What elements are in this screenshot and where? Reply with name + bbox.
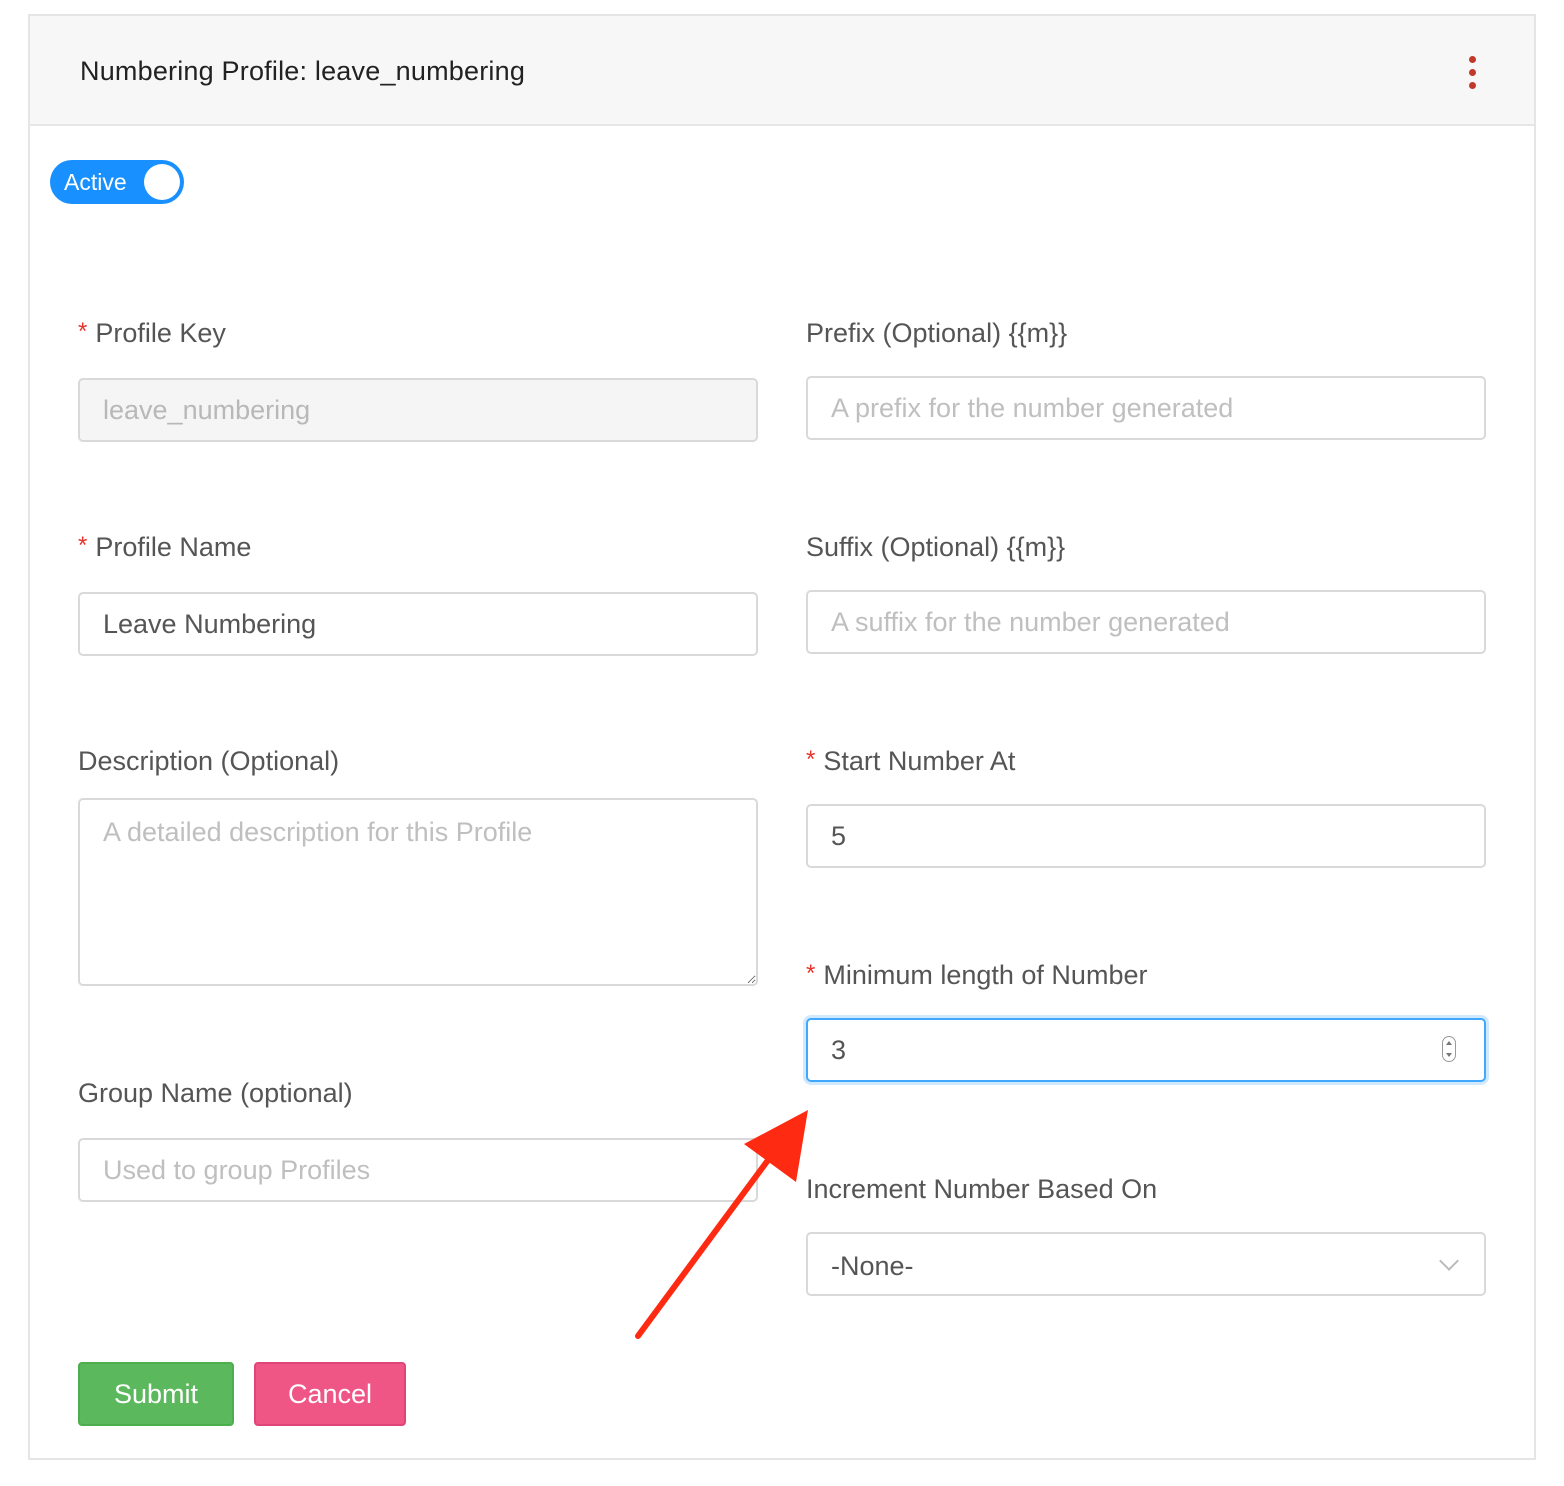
required-mark: * — [78, 318, 88, 345]
increment-selected-value: -None- — [831, 1251, 914, 1281]
active-toggle[interactable]: Active — [50, 160, 184, 204]
group-name-label: Group Name (optional) — [78, 1078, 353, 1108]
required-mark: * — [806, 960, 816, 987]
chevron-down-icon — [1439, 1251, 1459, 1271]
required-mark: * — [78, 532, 88, 559]
prefix-label: Prefix (Optional) {{m}} — [806, 318, 1068, 348]
cancel-button[interactable]: Cancel — [254, 1362, 406, 1426]
toggle-knob — [144, 164, 180, 200]
increment-label: Increment Number Based On — [806, 1174, 1158, 1204]
suffix-label: Suffix (Optional) {{m}} — [806, 532, 1066, 562]
page-title: Numbering Profile: leave_numbering — [80, 56, 526, 86]
start-number-label: * Start Number At — [806, 746, 1015, 777]
start-number-label-text: Start Number At — [823, 746, 1016, 776]
kebab-menu-icon[interactable] — [1464, 56, 1480, 90]
description-label: Description (Optional) — [78, 746, 340, 776]
profile-key-label: * Profile Key — [78, 318, 226, 349]
description-textarea[interactable] — [78, 798, 758, 986]
submit-button[interactable]: Submit — [78, 1362, 234, 1426]
prefix-input[interactable] — [806, 376, 1486, 440]
profile-name-label: * Profile Name — [78, 532, 251, 563]
min-length-input[interactable] — [806, 1018, 1486, 1082]
min-length-label: * Minimum length of Number — [806, 960, 1147, 991]
profile-key-label-text: Profile Key — [95, 318, 226, 348]
panel-header: Numbering Profile: leave_numbering — [30, 16, 1534, 126]
profile-key-input — [78, 378, 758, 442]
number-stepper-icon[interactable] — [1442, 1036, 1456, 1062]
start-number-input[interactable] — [806, 804, 1486, 868]
group-name-input[interactable] — [78, 1138, 758, 1202]
suffix-input[interactable] — [806, 590, 1486, 654]
active-toggle-label: Active — [64, 169, 127, 195]
required-mark: * — [806, 746, 816, 773]
min-length-label-text: Minimum length of Number — [823, 960, 1148, 990]
increment-select[interactable]: -None- — [806, 1232, 1486, 1296]
profile-name-input[interactable] — [78, 592, 758, 656]
profile-name-label-text: Profile Name — [95, 532, 252, 562]
